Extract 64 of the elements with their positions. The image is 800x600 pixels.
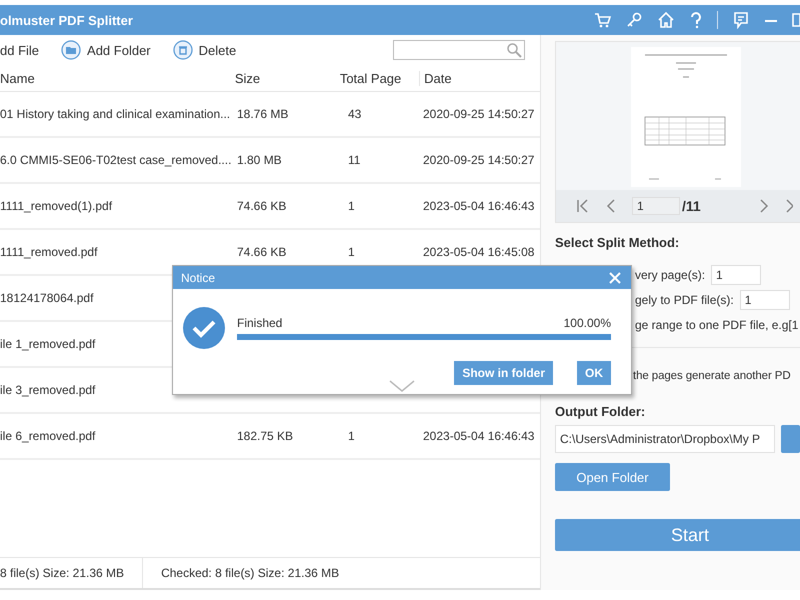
table-cell-text: 18.76 MB <box>237 107 290 121</box>
page-field[interactable]: 1 <box>632 197 680 215</box>
home-icon[interactable] <box>657 11 675 29</box>
column-header[interactable]: Size <box>234 70 340 86</box>
key-icon[interactable] <box>625 11 643 29</box>
table-cell-text: 18124178064.pdf <box>0 291 94 305</box>
table-cell-text: 74.66 KB <box>237 245 288 259</box>
cart-icon[interactable] <box>593 11 611 29</box>
section-title: Select Split Method: <box>555 235 680 250</box>
input-field[interactable]: 1 <box>740 290 790 310</box>
table-cell-text: 43 <box>347 107 362 121</box>
help-icon[interactable] <box>689 11 703 29</box>
status-text: Checked: 8 file(s) Size: 21.36 MB <box>161 565 340 582</box>
table-cell-text: ile 6_removed.pdf <box>0 429 96 443</box>
table-cell-text: 6.0 CMMI5-SE06-T02test case_removed.... <box>0 153 232 167</box>
option-label: ge range to one PDF file, e.g[1 <box>635 318 798 332</box>
toolbar-button[interactable]: Add Folder <box>61 40 151 60</box>
table-cell-text: 1 <box>347 245 356 259</box>
previous-page-icon[interactable] <box>606 199 616 213</box>
table-cell-text: 01 History taking and clinical examination... <box>0 107 232 121</box>
table-cell-text: 2023-05-04 16:45:08 <box>423 245 536 259</box>
table-cell-text: 182.75 KB <box>237 429 294 443</box>
toolbar-button[interactable]: dd File <box>0 42 40 58</box>
close-icon[interactable] <box>609 272 621 284</box>
folder-icon <box>61 40 82 60</box>
table-cell-text: 1 <box>347 429 356 443</box>
table-cell-text: 11 <box>347 153 362 167</box>
table-cell-text: 1 <box>347 199 356 213</box>
dialog-title: Notice <box>181 270 216 284</box>
column-header[interactable]: Name <box>0 70 235 86</box>
browse-button[interactable] <box>780 425 800 453</box>
next-page-icon[interactable] <box>758 199 769 213</box>
table-cell-text: 2023-05-04 16:46:43 <box>423 429 536 443</box>
section-title: Output Folder: <box>555 404 646 419</box>
column-header[interactable]: Total Page <box>340 70 420 86</box>
first-page-icon[interactable] <box>576 199 590 213</box>
table-cell-text: 74.66 KB <box>237 199 288 213</box>
search-field[interactable] <box>393 40 525 60</box>
page-total: /11 <box>682 198 701 214</box>
trash-icon <box>172 40 193 60</box>
table-cell-text: 2023-05-04 16:46:43 <box>423 199 536 213</box>
window-title: olmuster PDF Splitter <box>0 12 133 28</box>
path-field[interactable]: C:\Users\Administrator\Dropbox\My P <box>555 425 775 453</box>
column-header[interactable]: Date <box>419 70 540 86</box>
feedback-icon[interactable] <box>732 11 750 29</box>
table-cell-text: 2020-09-25 14:50:27 <box>423 153 536 167</box>
search-icon <box>506 42 522 58</box>
status-message: Finished <box>237 316 282 330</box>
last-page-icon[interactable] <box>784 199 793 213</box>
table-cell-text: ile 1_removed.pdf <box>0 337 96 351</box>
option-label: gely to PDF file(s): <box>635 292 734 306</box>
table-cell-text: ile 3_removed.pdf <box>0 383 96 397</box>
input-field[interactable]: 1 <box>711 264 762 284</box>
table-cell-text: 1.80 MB <box>237 153 283 167</box>
status-text: 8 file(s) Size: 21.36 MB <box>0 558 144 588</box>
chevron-down-icon[interactable] <box>389 380 415 392</box>
table-cell-text: 2020-09-25 14:50:27 <box>423 107 536 121</box>
check-icon <box>183 307 225 349</box>
toolbar-button[interactable]: Delete <box>172 40 236 60</box>
percent-text: 100.00% <box>564 316 611 330</box>
table-cell-text: 1111_removed.pdf <box>0 245 98 259</box>
table-cell-text: 1111_removed(1).pdf <box>0 199 114 213</box>
maximize-icon[interactable] <box>792 11 800 29</box>
option-label: very page(s): <box>635 268 706 282</box>
